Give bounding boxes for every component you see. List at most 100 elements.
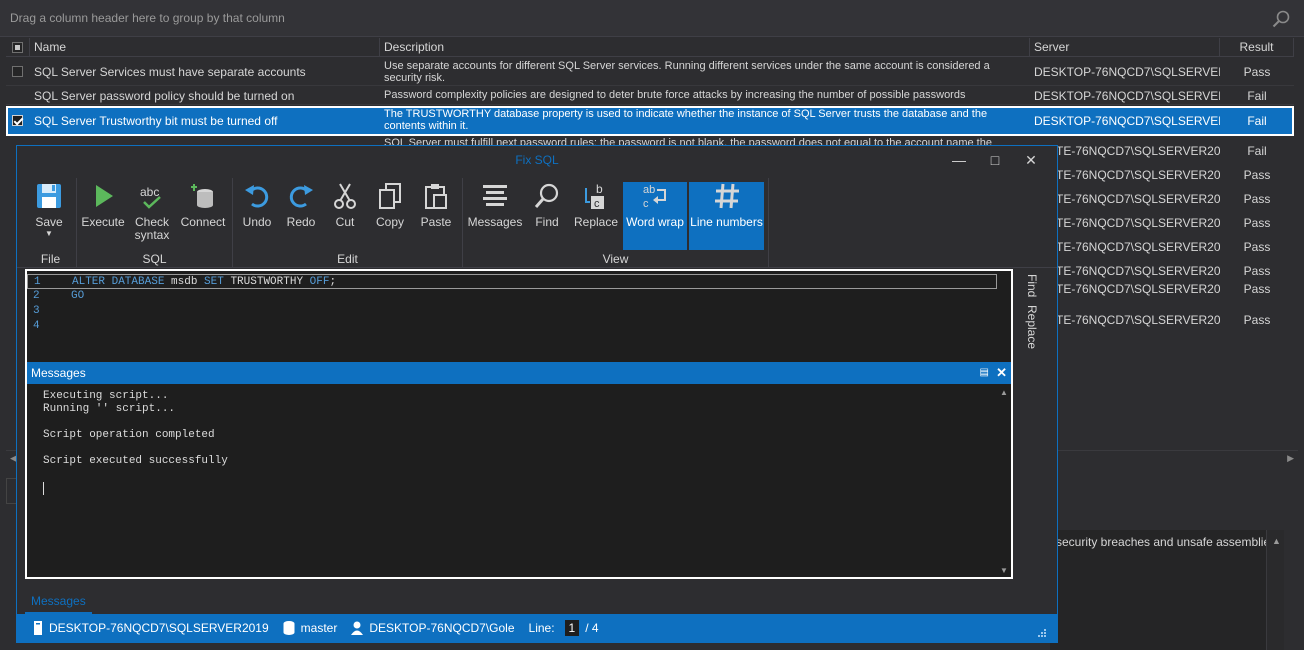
close-icon[interactable]: ✕ (996, 362, 1007, 384)
scissors-icon (334, 183, 356, 209)
close-icon[interactable]: ✕ (1013, 146, 1049, 174)
editor-line[interactable]: 3 (27, 304, 1011, 319)
messages-panel-header[interactable]: Messages ▤ ✕ (27, 362, 1011, 384)
rule-result: Pass (1243, 168, 1271, 182)
column-header-server[interactable]: Server (1030, 38, 1220, 57)
row-checkbox[interactable] (6, 87, 30, 104)
select-all-checkbox[interactable] (6, 38, 30, 57)
group-by-panel[interactable]: Drag a column header here to group by th… (0, 0, 1304, 37)
check-syntax-icon: abc (140, 185, 161, 209)
status-bar: DESKTOP-76NQCD7\SQLSERVER2019 master DES… (17, 614, 1057, 642)
rule-server: TE-76NQCD7\SQLSERVER2019 (1056, 168, 1220, 182)
dialog-titlebar[interactable]: Fix SQL — □ ✕ (17, 146, 1057, 174)
cut-button[interactable]: Cut (325, 182, 365, 250)
copy-button[interactable]: Copy (369, 182, 411, 250)
resize-grip-icon[interactable] (1037, 628, 1047, 638)
messages-icon (483, 185, 507, 206)
word-wrap-icon: ab c (643, 184, 666, 210)
save-icon (37, 184, 61, 208)
save-button[interactable]: Save ▼ (29, 182, 69, 250)
editor-line[interactable]: 4 (27, 319, 1011, 334)
editor-line-current[interactable]: 1 ALTER DATABASE msdb SET TRUSTWORTHY OFF… (27, 274, 997, 289)
row-checkbox[interactable] (6, 58, 30, 85)
editor-vertical-scrollbar[interactable] (997, 271, 1011, 362)
rule-description: Password complexity policies are designe… (384, 89, 966, 101)
ribbon-group-label: Edit (337, 252, 358, 266)
details-vertical-scrollbar[interactable]: ▲ (1266, 530, 1284, 650)
rule-result: Pass (1243, 192, 1271, 206)
svg-text:c: c (594, 198, 600, 210)
table-row[interactable]: TE-76NQCD7\SQLSERVER2019 Pass (1030, 282, 1294, 296)
svg-text:ab: ab (643, 184, 655, 196)
connect-button[interactable]: Connect (179, 182, 227, 250)
table-row[interactable]: SQL Server Services must have separate a… (6, 58, 1294, 86)
details-text: security breaches and unsafe assemblies (1056, 535, 1266, 549)
svg-text:abc: abc (140, 185, 159, 199)
find-button[interactable]: Find (527, 182, 567, 250)
table-row[interactable]: TE-76NQCD7\SQLSERVER2019 Pass (1030, 313, 1294, 327)
pin-icon[interactable]: ▤ (980, 362, 989, 384)
line-numbers-icon (714, 183, 739, 209)
rule-description: Use separate accounts for different SQL … (384, 60, 990, 84)
status-user: DESKTOP-76NQCD7\Gole (351, 621, 515, 635)
line-numbers-toggle[interactable]: Line numbers (689, 182, 764, 250)
rule-server: DESKTOP-76NQCD7\SQLSERVER2019 (1034, 64, 1220, 79)
column-header-result[interactable]: Result (1220, 38, 1294, 57)
word-wrap-toggle[interactable]: ab c Word wrap (623, 182, 687, 250)
row-checkbox[interactable] (6, 106, 30, 135)
scroll-right-arrow-icon[interactable]: ▶ (1287, 453, 1294, 464)
ribbon-toolbar: Save ▼ File Execute abc Check syntax Con… (17, 176, 1057, 268)
replace-button[interactable]: b c Replace (571, 182, 621, 250)
rule-name: SQL Server Services must have separate a… (34, 64, 306, 79)
rule-server: DESKTOP-76NQCD7\SQLSERVER2019 (1034, 88, 1220, 103)
messages-output: Executing script... Running '' script... S… (43, 390, 228, 467)
ribbon-group-view: Messages Find b c Replace ab c Word wrap… (463, 178, 769, 268)
table-row[interactable]: TE-76NQCD7\SQLSERVER2019 Pass (1030, 168, 1294, 182)
undo-button[interactable]: Undo (237, 182, 277, 250)
table-row[interactable]: TE-76NQCD7\SQLSERVER2019 Pass (1030, 192, 1294, 206)
side-tab-find[interactable]: Find (1025, 274, 1039, 297)
server-icon (34, 621, 42, 635)
user-icon (351, 621, 364, 635)
dropdown-arrow-icon[interactable]: ▼ (29, 229, 69, 238)
rule-result: Pass (1243, 313, 1271, 327)
ribbon-group-label: SQL (142, 252, 167, 266)
execute-icon (96, 185, 113, 207)
table-row[interactable]: TE-76NQCD7\SQLSERVER2019 Pass (1030, 216, 1294, 230)
editor-line[interactable]: 2 GO (27, 289, 1011, 304)
scroll-up-arrow-icon[interactable]: ▲ (1272, 536, 1281, 546)
rule-name: SQL Server Trustworthy bit must be turne… (34, 113, 278, 128)
column-header-name[interactable]: Name (30, 38, 380, 57)
minimize-icon[interactable]: — (941, 146, 977, 174)
table-row[interactable]: TE-76NQCD7\SQLSERVER2019 Pass (1030, 240, 1294, 254)
svg-text:b: b (596, 182, 603, 196)
rule-server: DESKTOP-76NQCD7\SQLSERVER2019 (1034, 113, 1220, 128)
table-row[interactable]: SQL Server password policy should be tur… (6, 87, 1294, 105)
messages-vertical-scrollbar[interactable]: ▲ ▼ (997, 384, 1011, 577)
database-connect-icon (191, 184, 213, 208)
paste-button[interactable]: Paste (415, 182, 457, 250)
table-row[interactable]: TE-76NQCD7\SQLSERVER2019 Pass (1030, 264, 1294, 278)
redo-button[interactable]: Redo (281, 182, 321, 250)
text-caret (43, 482, 44, 495)
sql-editor[interactable]: 1 ALTER DATABASE msdb SET TRUSTWORTHY OFF… (25, 269, 1013, 362)
table-row[interactable]: TE-76NQCD7\SQLSERVER2019 Fail (1030, 144, 1294, 158)
check-syntax-button[interactable]: abc Check syntax (129, 182, 175, 250)
side-tabs: Find Replace (1025, 274, 1049, 357)
line-number-input[interactable]: 1 (564, 620, 580, 636)
find-icon (534, 183, 559, 208)
maximize-icon[interactable]: □ (977, 146, 1013, 174)
side-tab-replace[interactable]: Replace (1025, 305, 1039, 349)
table-row-selected[interactable]: SQL Server Trustworthy bit must be turne… (6, 106, 1294, 136)
details-panel: security breaches and unsafe assemblies (1050, 530, 1266, 650)
search-icon[interactable] (1272, 10, 1290, 28)
rule-server: TE-76NQCD7\SQLSERVER2019 (1056, 264, 1220, 278)
undo-icon (245, 185, 269, 208)
messages-button[interactable]: Messages (467, 182, 523, 250)
rule-server: TE-76NQCD7\SQLSERVER2019 (1056, 240, 1220, 254)
scroll-up-arrow-icon[interactable]: ▲ (1000, 388, 1008, 397)
scroll-down-arrow-icon[interactable]: ▼ (1000, 566, 1008, 575)
execute-button[interactable]: Execute (81, 182, 125, 250)
tab-messages[interactable]: Messages (25, 592, 92, 614)
column-header-description[interactable]: Description (380, 38, 1030, 57)
